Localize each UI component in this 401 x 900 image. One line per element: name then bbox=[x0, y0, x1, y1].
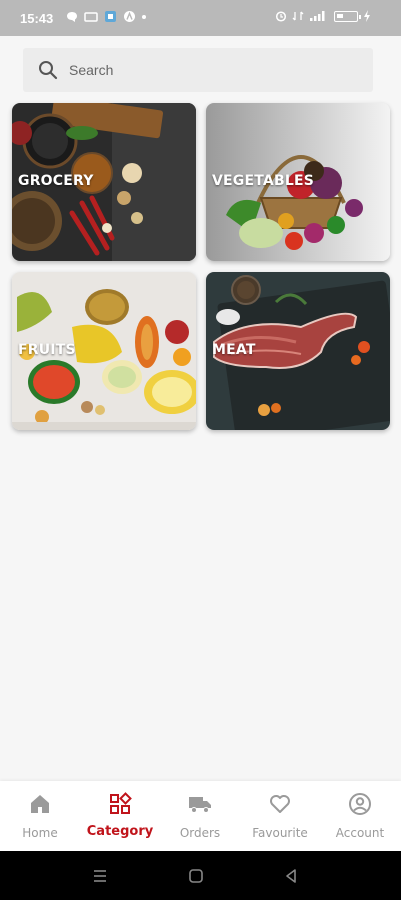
nav-label-home: Home bbox=[22, 826, 58, 840]
account-icon bbox=[349, 793, 371, 815]
bottom-navigation: Home Category Orders Favourite Account bbox=[0, 781, 401, 851]
nav-label-category: Category bbox=[86, 824, 154, 839]
status-time: 15:43 bbox=[20, 11, 54, 26]
search-bar[interactable] bbox=[23, 48, 373, 92]
category-grid-icon bbox=[110, 792, 132, 814]
category-card-vegetables[interactable]: VEGETABLES bbox=[206, 103, 390, 261]
category-card-fruits[interactable]: FRUITS bbox=[12, 272, 196, 430]
nav-item-category[interactable]: Category bbox=[80, 781, 160, 851]
nav-item-account[interactable]: Account bbox=[320, 781, 400, 851]
nav-label-orders: Orders bbox=[179, 826, 221, 840]
nav-item-favourite[interactable]: Favourite bbox=[240, 781, 320, 851]
charging-icon bbox=[364, 10, 370, 22]
a-icon bbox=[124, 11, 135, 22]
app-icon bbox=[105, 11, 116, 22]
alarm-icon bbox=[275, 11, 287, 22]
search-input[interactable] bbox=[69, 48, 359, 92]
battery-icon bbox=[334, 10, 361, 22]
more-dot-icon bbox=[142, 14, 146, 19]
chat-bubble-icon bbox=[67, 11, 77, 22]
recents-icon[interactable] bbox=[91, 867, 109, 885]
search-icon[interactable] bbox=[37, 59, 59, 81]
back-icon[interactable] bbox=[282, 867, 300, 885]
category-card-grocery[interactable]: GROCERY bbox=[12, 103, 196, 261]
truck-icon bbox=[189, 797, 211, 813]
category-label: MEAT bbox=[212, 342, 256, 358]
data-icon bbox=[292, 11, 304, 21]
nav-label-favourite: Favourite bbox=[252, 826, 308, 840]
heart-icon bbox=[270, 795, 290, 813]
category-card-meat[interactable]: MEAT bbox=[206, 272, 390, 430]
signal-icon bbox=[310, 11, 325, 21]
category-label: GROCERY bbox=[18, 173, 94, 189]
category-label: FRUITS bbox=[18, 342, 76, 358]
status-bar: 15:43 bbox=[0, 0, 401, 36]
category-label: VEGETABLES bbox=[212, 173, 314, 189]
nav-label-account: Account bbox=[335, 826, 385, 840]
system-navigation-bar bbox=[0, 851, 401, 900]
home-icon bbox=[31, 795, 49, 813]
notification-icon bbox=[84, 11, 98, 22]
nav-item-home[interactable]: Home bbox=[0, 781, 80, 851]
home-button-icon[interactable] bbox=[187, 867, 205, 885]
nav-item-orders[interactable]: Orders bbox=[160, 781, 240, 851]
